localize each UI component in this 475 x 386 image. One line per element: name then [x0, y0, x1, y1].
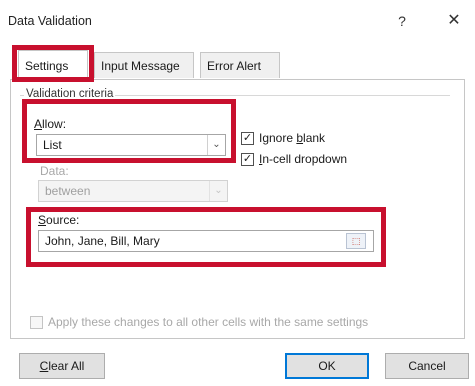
- ignore-blank-label: Ignore blank: [259, 131, 326, 145]
- apply-all-label: Apply these changes to all other cells w…: [48, 315, 369, 329]
- source-highlight: [26, 207, 386, 267]
- title-bar: Data Validation ? ✕: [0, 0, 475, 44]
- tab-input-message[interactable]: Input Message: [94, 52, 194, 78]
- chevron-down-icon: ⌄: [209, 181, 227, 201]
- ignore-blank-checkbox[interactable]: ✓: [241, 132, 254, 145]
- clear-all-button[interactable]: Clear All: [19, 353, 105, 379]
- cancel-button[interactable]: Cancel: [385, 353, 469, 379]
- data-value: between: [45, 184, 91, 198]
- data-dropdown: between ⌄: [38, 180, 228, 202]
- in-cell-dropdown-checkbox[interactable]: ✓: [241, 153, 254, 166]
- dialog-title: Data Validation: [8, 14, 92, 28]
- tab-error-alert[interactable]: Error Alert: [200, 52, 280, 78]
- allow-highlight: [22, 99, 236, 163]
- apply-all-checkbox: [30, 316, 43, 329]
- in-cell-dropdown-label: In-cell dropdown: [259, 152, 348, 166]
- close-button[interactable]: ✕: [443, 10, 465, 32]
- data-validation-dialog: Data Validation ? ✕ Settings Input Messa…: [0, 0, 475, 386]
- settings-tab-highlight: [12, 45, 94, 82]
- help-button[interactable]: ?: [392, 10, 412, 32]
- ok-button[interactable]: OK: [285, 353, 369, 379]
- data-label: Data:: [40, 164, 69, 178]
